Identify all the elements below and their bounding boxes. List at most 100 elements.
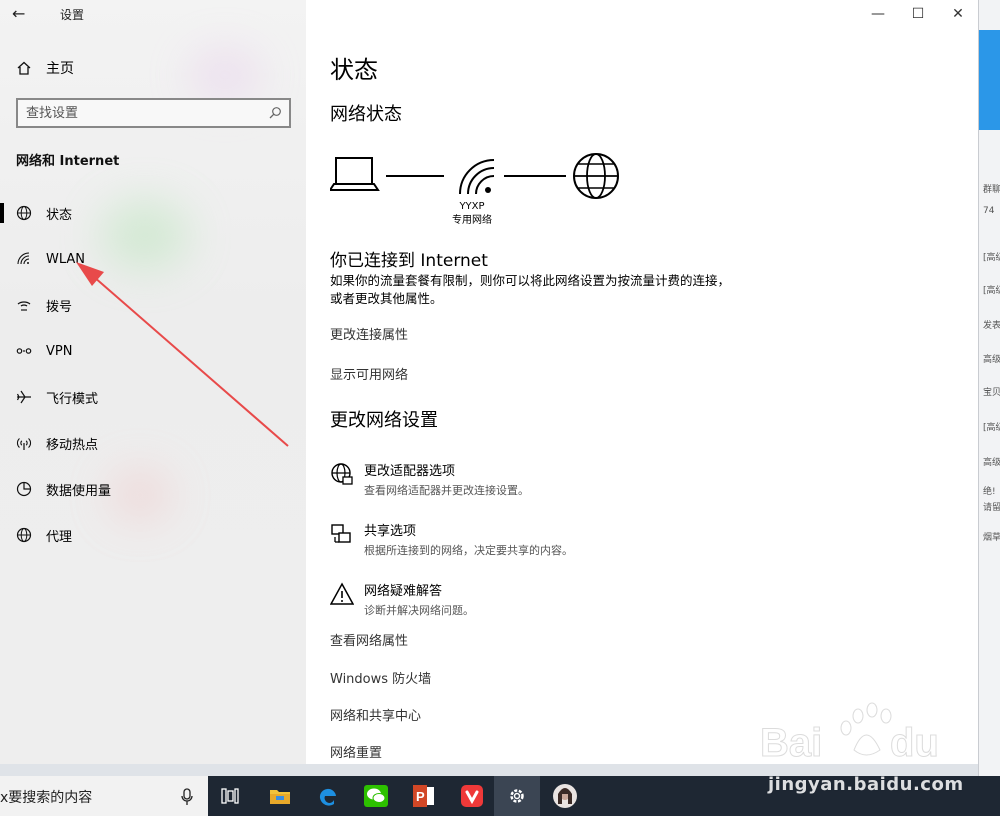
avatar-photo-icon[interactable] <box>551 782 579 810</box>
window-title: 设置 <box>60 8 85 22</box>
home-label: 主页 <box>46 61 74 77</box>
internet-globe-icon <box>573 153 619 199</box>
bg-text: 绝! <box>983 487 996 497</box>
wifi-signal-icon <box>459 159 495 195</box>
sidebar-item-label: 状态 <box>46 207 73 223</box>
option-description: 查看网络适配器并更改连接设置。 <box>364 484 529 497</box>
settings-gear-icon[interactable] <box>503 782 531 810</box>
globe-icon <box>16 205 32 221</box>
sidebar-item-label: 代理 <box>46 529 73 545</box>
sharing-icon <box>331 524 351 543</box>
sidebar-item-label: 数据使用量 <box>46 483 112 499</box>
background-app-header <box>979 30 1000 130</box>
network-label: YYXP 专用网络 <box>446 200 498 228</box>
sidebar-item-vpn[interactable]: VPN <box>0 328 306 374</box>
bg-text: 发表 <box>983 321 1000 331</box>
sidebar-item-data-usage[interactable]: 数据使用量 <box>0 466 306 512</box>
show-available-networks-link[interactable]: 显示可用网络 <box>330 364 408 383</box>
sidebar-item-mobile-hotspot[interactable]: 移动热点 <box>0 420 306 466</box>
close-icon[interactable]: ✕ <box>938 0 978 28</box>
network-status-heading: 网络状态 <box>330 104 402 125</box>
option-description: 诊断并解决网络问题。 <box>364 604 474 617</box>
title-bar: ← 设置 <box>0 0 306 28</box>
option-description: 根据所连接到的网络，决定要共享的内容。 <box>364 544 573 557</box>
sidebar-item-airplane-mode[interactable]: 飞行模式 <box>0 374 306 420</box>
vpn-icon <box>16 348 32 354</box>
baidu-jingyan-watermark: Bai du jingyan.baidu.com <box>760 700 1000 800</box>
page-title: 状态 <box>330 56 378 84</box>
bg-text: 高级设 <box>983 355 1000 365</box>
sidebar-item-label: 飞行模式 <box>46 391 99 407</box>
back-arrow-icon[interactable]: ← <box>12 4 32 24</box>
sidebar-item-label: WLAN <box>46 251 86 267</box>
view-network-properties-link[interactable]: 查看网络属性 <box>330 630 408 649</box>
vivaldi-icon[interactable] <box>458 782 486 810</box>
sidebar-item-status[interactable]: 状态 <box>0 190 306 236</box>
file-explorer-icon[interactable] <box>266 782 294 810</box>
proxy-globe-icon <box>16 527 32 543</box>
background-app-window: 群聊 74 [高级 [高级 发表 高级设 宝贝 [高级 高级设 绝! 请留 烟草 <box>978 0 1000 776</box>
sidebar-item-label: 拨号 <box>46 299 73 315</box>
bg-text: 高级设 <box>983 458 1000 468</box>
sidebar-item-wlan[interactable]: WLAN <box>0 236 306 282</box>
sharing-options-item[interactable]: 共享选项 根据所连接到的网络，决定要共享的内容。 <box>330 520 573 558</box>
change-settings-heading: 更改网络设置 <box>330 410 438 431</box>
taskbar-search-text: x要搜索的内容 <box>0 790 93 806</box>
bg-text: 宝贝 <box>983 388 1000 398</box>
network-name: YYXP <box>459 201 485 212</box>
bg-text: 请留 <box>983 503 1000 513</box>
wechat-icon[interactable] <box>362 782 390 810</box>
connected-heading: 你已连接到 Internet <box>330 251 488 271</box>
sidebar-item-label: 移动热点 <box>46 437 99 453</box>
edge-icon[interactable] <box>314 782 342 810</box>
windows-firewall-link[interactable]: Windows 防火墙 <box>330 668 431 687</box>
sidebar-nav: 状态 WLAN 拨号 VPN 飞行模式 移动热点 数据使用量 代理 <box>0 190 306 558</box>
microphone-icon[interactable] <box>180 788 194 806</box>
sidebar-item-proxy[interactable]: 代理 <box>0 512 306 558</box>
minimize-icon[interactable]: — <box>858 0 898 28</box>
airplane-icon <box>16 390 31 404</box>
window-controls: — ☐ ✕ <box>858 0 978 28</box>
bg-text: 烟草 <box>983 533 1000 543</box>
bg-text: [高级 <box>983 253 1000 263</box>
svg-text:P: P <box>416 789 425 804</box>
acrylic-blur <box>190 50 260 100</box>
svg-text:du: du <box>890 721 939 765</box>
sidebar-item-dialup[interactable]: 拨号 <box>0 282 306 328</box>
option-title: 网络疑难解答 <box>364 584 443 599</box>
section-title: 网络和 Internet <box>16 154 120 169</box>
bg-text: [高级 <box>983 286 1000 296</box>
dialup-icon <box>17 301 31 311</box>
adapter-globe-icon <box>331 463 353 485</box>
home-icon <box>17 61 31 75</box>
task-view-icon[interactable] <box>216 782 244 810</box>
warning-triangle-icon <box>330 582 354 605</box>
search-icon[interactable] <box>267 105 283 121</box>
settings-window: ← 设置 主页 网络和 Internet 状 <box>0 0 978 764</box>
main-pane: — ☐ ✕ 状态 网络状态 YYXP 专用网络 你已连接到 Internet 如… <box>306 0 978 764</box>
adapter-options-item[interactable]: 更改适配器选项 查看网络适配器并更改连接设置。 <box>330 460 529 498</box>
bg-text: [高级 <box>983 423 1000 433</box>
maximize-icon[interactable]: ☐ <box>898 0 938 28</box>
hotspot-icon <box>17 438 31 450</box>
option-title: 更改适配器选项 <box>364 464 456 479</box>
settings-search-box[interactable] <box>16 98 291 128</box>
watermark-url: jingyan.baidu.com <box>768 774 964 795</box>
connected-description: 如果你的流量套餐有限制，则你可以将此网络设置为按流量计费的连接，或者更改其他属性… <box>330 273 731 306</box>
network-troubleshooter-item[interactable]: 网络疑难解答 诊断并解决网络问题。 <box>330 580 474 618</box>
taskbar-search-box[interactable]: x要搜索的内容 <box>0 776 208 816</box>
search-input[interactable] <box>18 100 258 126</box>
option-title: 共享选项 <box>364 524 417 539</box>
sidebar: ← 设置 主页 网络和 Internet 状 <box>0 0 306 764</box>
network-sharing-center-link[interactable]: 网络和共享中心 <box>330 705 421 724</box>
bg-text: 74 <box>983 206 995 216</box>
change-connection-properties-link[interactable]: 更改连接属性 <box>330 324 408 343</box>
laptop-icon <box>330 157 380 191</box>
home-link[interactable]: 主页 <box>16 58 74 78</box>
network-reset-link[interactable]: 网络重置 <box>330 742 382 761</box>
sidebar-item-label: VPN <box>46 343 73 359</box>
wifi-icon <box>17 252 30 265</box>
powerpoint-icon[interactable]: P <box>410 782 438 810</box>
data-usage-icon <box>16 481 32 497</box>
baidu-logo-icon: Bai du <box>760 702 939 766</box>
